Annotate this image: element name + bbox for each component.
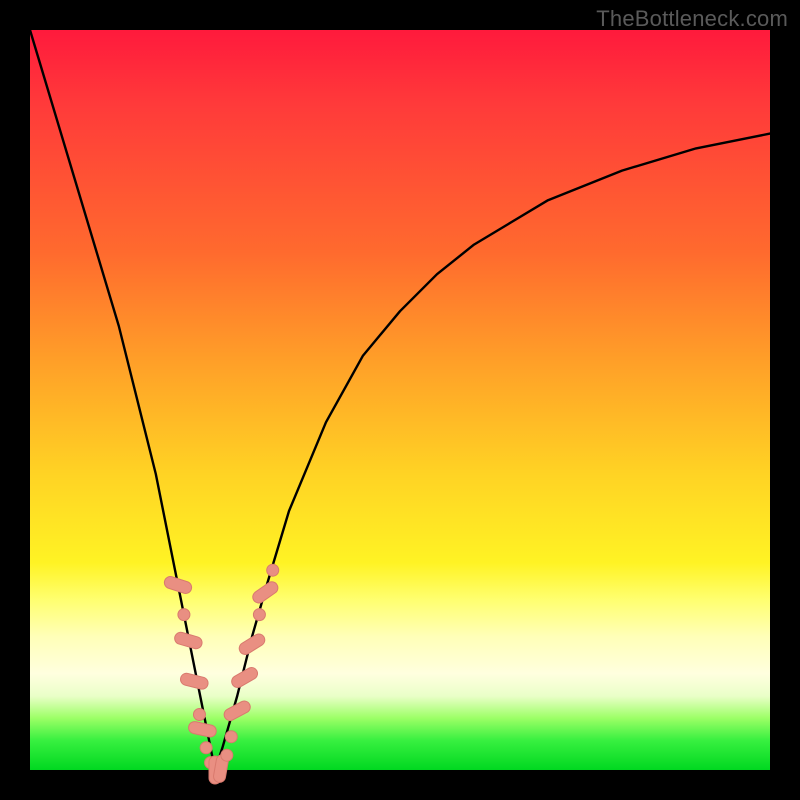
chart-svg: [30, 30, 770, 770]
curve-marker-dot: [225, 731, 237, 743]
curve-marker-pill: [187, 721, 217, 739]
curve-marker-dot: [200, 742, 212, 754]
curve-marker-dot: [253, 609, 265, 621]
curve-marker-pill: [222, 699, 252, 723]
curve-marker-dot: [178, 609, 190, 621]
curve-marker-dot: [221, 749, 233, 761]
curve-marker-dot: [267, 564, 279, 576]
curve-marker-pill: [179, 672, 209, 690]
watermark-text: TheBottleneck.com: [596, 6, 788, 32]
curve-path: [30, 30, 770, 770]
curve-marker-pill: [163, 575, 193, 595]
chart-frame: TheBottleneck.com: [0, 0, 800, 800]
bottleneck-curve: [30, 30, 770, 770]
curve-marker-pill: [250, 579, 280, 605]
plot-area: [30, 30, 770, 770]
curve-marker-pill: [173, 631, 203, 650]
curve-marker-dot: [193, 709, 205, 721]
